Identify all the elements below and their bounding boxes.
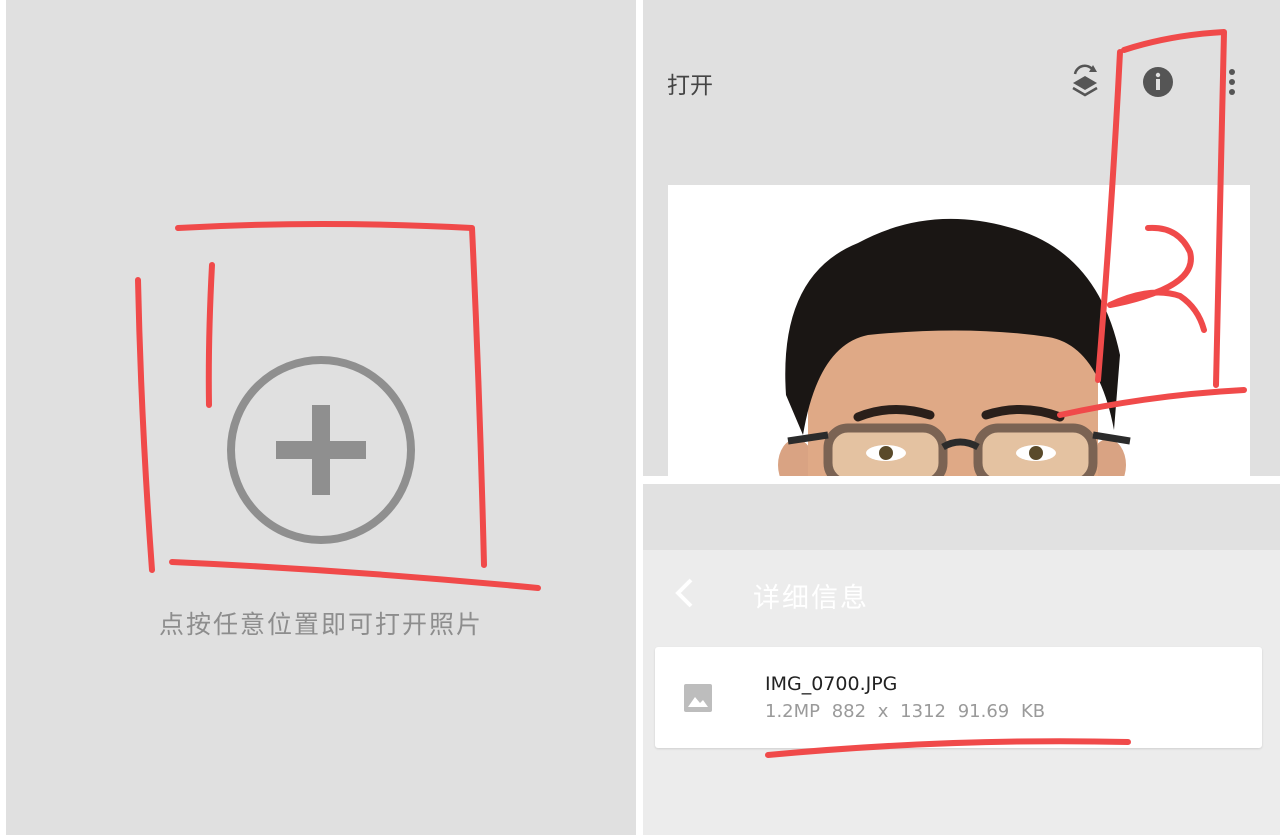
photo-preview [668,185,1250,476]
back-button[interactable] [667,575,703,611]
file-info-card: IMG_0700.JPG 1.2MP 882 x 1312 91.69 KB [655,647,1262,748]
file-name: IMG_0700.JPG [765,673,898,695]
details-title: 详细信息 [753,583,869,614]
styles-button[interactable] [1065,62,1105,102]
sheet-divider [643,476,1280,484]
chevron-left-icon [675,578,693,608]
more-vertical-icon [1229,69,1235,95]
portrait-photo [668,185,1250,476]
layers-swap-icon [1072,64,1098,97]
open-photo-screen[interactable]: 点按任意位置即可打开照片 [6,0,636,835]
file-meta: 1.2MP 882 x 1312 91.69 KB [765,701,1046,722]
top-bar: 打开 [643,0,1280,165]
image-icon [684,684,712,712]
more-options-button[interactable] [1212,62,1252,102]
editor-screen: 打开 详细信息 IMG_0700.JPG 1.2MP 882 x 1312 91… [643,0,1280,835]
add-photo-button[interactable] [226,355,416,545]
info-button[interactable] [1138,62,1178,102]
sheet-scrim [643,484,1280,550]
details-sheet: 详细信息 IMG_0700.JPG 1.2MP 882 x 1312 91.69… [643,550,1280,835]
plus-circle-icon [227,356,415,544]
open-button[interactable]: 打开 [667,66,713,100]
open-photo-hint: 点按任意位置即可打开照片 [158,610,483,639]
info-icon [1143,67,1173,97]
